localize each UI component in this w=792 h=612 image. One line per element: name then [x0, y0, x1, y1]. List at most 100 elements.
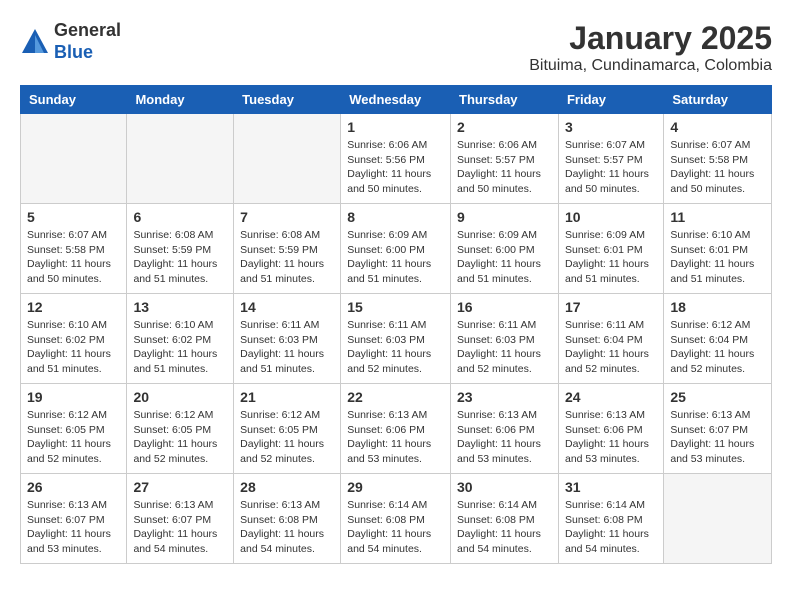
day-number: 16	[457, 299, 552, 315]
calendar-cell	[664, 474, 772, 564]
day-info: Sunrise: 6:07 AMSunset: 5:58 PMDaylight:…	[670, 138, 765, 197]
calendar-cell: 12 Sunrise: 6:10 AMSunset: 6:02 PMDayligh…	[21, 294, 127, 384]
weekday-header: Saturday	[664, 86, 772, 114]
day-number: 1	[347, 119, 444, 135]
calendar-week: 1Sunrise: 6:06 AMSunset: 5:56 PMDaylight…	[21, 114, 772, 204]
day-info: Sunrise: 6:14 AMSunset: 6:08 PMDaylight:…	[347, 498, 444, 557]
day-number: 8	[347, 209, 444, 225]
day-info: Sunrise: 6:07 AMSunset: 5:57 PMDaylight:…	[565, 138, 657, 197]
calendar-cell: 29 Sunrise: 6:14 AMSunset: 6:08 PMDayligh…	[341, 474, 451, 564]
day-number: 5	[27, 209, 120, 225]
calendar-cell: 3 Sunrise: 6:07 AMSunset: 5:57 PMDaylight…	[558, 114, 663, 204]
day-info: Sunrise: 6:09 AMSunset: 6:00 PMDaylight:…	[347, 228, 444, 287]
day-info: Sunrise: 6:08 AMSunset: 5:59 PMDaylight:…	[240, 228, 334, 287]
day-info: Sunrise: 6:11 AMSunset: 6:03 PMDaylight:…	[240, 318, 334, 377]
day-number: 31	[565, 479, 657, 495]
day-number: 4	[670, 119, 765, 135]
calendar-cell: 31 Sunrise: 6:14 AMSunset: 6:08 PMDayligh…	[558, 474, 663, 564]
day-number: 17	[565, 299, 657, 315]
day-number: 9	[457, 209, 552, 225]
day-number: 20	[133, 389, 227, 405]
calendar-cell: 1Sunrise: 6:06 AMSunset: 5:56 PMDaylight…	[341, 114, 451, 204]
day-info: Sunrise: 6:08 AMSunset: 5:59 PMDaylight:…	[133, 228, 227, 287]
day-number: 3	[565, 119, 657, 135]
day-number: 7	[240, 209, 334, 225]
calendar-cell: 2 Sunrise: 6:06 AMSunset: 5:57 PMDaylight…	[451, 114, 559, 204]
weekday-header: Wednesday	[341, 86, 451, 114]
day-info: Sunrise: 6:12 AMSunset: 6:05 PMDaylight:…	[240, 408, 334, 467]
calendar-cell: 10 Sunrise: 6:09 AMSunset: 6:01 PMDayligh…	[558, 204, 663, 294]
day-info: Sunrise: 6:06 AMSunset: 5:57 PMDaylight:…	[457, 138, 552, 197]
day-number: 2	[457, 119, 552, 135]
day-info: Sunrise: 6:13 AMSunset: 6:07 PMDaylight:…	[133, 498, 227, 557]
logo: General Blue	[20, 20, 121, 63]
calendar-week: 12 Sunrise: 6:10 AMSunset: 6:02 PMDayligh…	[21, 294, 772, 384]
day-info: Sunrise: 6:13 AMSunset: 6:07 PMDaylight:…	[670, 408, 765, 467]
day-info: Sunrise: 6:14 AMSunset: 6:08 PMDaylight:…	[457, 498, 552, 557]
calendar-cell: 17 Sunrise: 6:11 AMSunset: 6:04 PMDayligh…	[558, 294, 663, 384]
calendar-cell: 18 Sunrise: 6:12 AMSunset: 6:04 PMDayligh…	[664, 294, 772, 384]
calendar-cell: 22 Sunrise: 6:13 AMSunset: 6:06 PMDayligh…	[341, 384, 451, 474]
day-number: 12	[27, 299, 120, 315]
day-number: 28	[240, 479, 334, 495]
weekday-header: Friday	[558, 86, 663, 114]
day-info: Sunrise: 6:10 AMSunset: 6:02 PMDaylight:…	[27, 318, 120, 377]
page-header: General Blue January 2025 Bituima, Cundi…	[20, 20, 772, 75]
calendar-body: 1Sunrise: 6:06 AMSunset: 5:56 PMDaylight…	[21, 114, 772, 564]
day-info: Sunrise: 6:13 AMSunset: 6:08 PMDaylight:…	[240, 498, 334, 557]
day-info: Sunrise: 6:13 AMSunset: 6:06 PMDaylight:…	[457, 408, 552, 467]
calendar-cell: 11 Sunrise: 6:10 AMSunset: 6:01 PMDayligh…	[664, 204, 772, 294]
day-info: Sunrise: 6:09 AMSunset: 6:01 PMDaylight:…	[565, 228, 657, 287]
day-number: 18	[670, 299, 765, 315]
day-info: Sunrise: 6:13 AMSunset: 6:06 PMDaylight:…	[565, 408, 657, 467]
logo-icon	[20, 27, 50, 57]
weekday-header: Thursday	[451, 86, 559, 114]
day-number: 22	[347, 389, 444, 405]
day-number: 23	[457, 389, 552, 405]
calendar-cell: 27 Sunrise: 6:13 AMSunset: 6:07 PMDayligh…	[127, 474, 234, 564]
calendar-cell: 21 Sunrise: 6:12 AMSunset: 6:05 PMDayligh…	[234, 384, 341, 474]
day-number: 6	[133, 209, 227, 225]
calendar-cell: 24Sunrise: 6:13 AMSunset: 6:06 PMDayligh…	[558, 384, 663, 474]
calendar-cell: 23 Sunrise: 6:13 AMSunset: 6:06 PMDayligh…	[451, 384, 559, 474]
day-info: Sunrise: 6:12 AMSunset: 6:04 PMDaylight:…	[670, 318, 765, 377]
subtitle: Bituima, Cundinamarca, Colombia	[529, 57, 772, 75]
day-info: Sunrise: 6:12 AMSunset: 6:05 PMDaylight:…	[133, 408, 227, 467]
calendar-week: 5 Sunrise: 6:07 AMSunset: 5:58 PMDaylight…	[21, 204, 772, 294]
calendar-week: 26 Sunrise: 6:13 AMSunset: 6:07 PMDayligh…	[21, 474, 772, 564]
calendar-cell: 30 Sunrise: 6:14 AMSunset: 6:08 PMDayligh…	[451, 474, 559, 564]
calendar-table: SundayMondayTuesdayWednesdayThursdayFrid…	[20, 85, 772, 564]
weekday-header: Monday	[127, 86, 234, 114]
day-info: Sunrise: 6:07 AMSunset: 5:58 PMDaylight:…	[27, 228, 120, 287]
day-info: Sunrise: 6:11 AMSunset: 6:04 PMDaylight:…	[565, 318, 657, 377]
day-number: 11	[670, 209, 765, 225]
calendar-header: SundayMondayTuesdayWednesdayThursdayFrid…	[21, 86, 772, 114]
day-number: 29	[347, 479, 444, 495]
day-number: 14	[240, 299, 334, 315]
day-info: Sunrise: 6:12 AMSunset: 6:05 PMDaylight:…	[27, 408, 120, 467]
calendar-cell: 15 Sunrise: 6:11 AMSunset: 6:03 PMDayligh…	[341, 294, 451, 384]
calendar-cell: 20 Sunrise: 6:12 AMSunset: 6:05 PMDayligh…	[127, 384, 234, 474]
day-number: 30	[457, 479, 552, 495]
day-number: 10	[565, 209, 657, 225]
calendar-cell: 14 Sunrise: 6:11 AMSunset: 6:03 PMDayligh…	[234, 294, 341, 384]
day-number: 25	[670, 389, 765, 405]
calendar-cell: 19Sunrise: 6:12 AMSunset: 6:05 PMDayligh…	[21, 384, 127, 474]
calendar-cell: 7 Sunrise: 6:08 AMSunset: 5:59 PMDaylight…	[234, 204, 341, 294]
day-info: Sunrise: 6:09 AMSunset: 6:00 PMDaylight:…	[457, 228, 552, 287]
calendar-cell: 25 Sunrise: 6:13 AMSunset: 6:07 PMDayligh…	[664, 384, 772, 474]
main-title: January 2025	[529, 20, 772, 57]
day-info: Sunrise: 6:10 AMSunset: 6:02 PMDaylight:…	[133, 318, 227, 377]
day-info: Sunrise: 6:11 AMSunset: 6:03 PMDaylight:…	[347, 318, 444, 377]
day-info: Sunrise: 6:11 AMSunset: 6:03 PMDaylight:…	[457, 318, 552, 377]
day-number: 27	[133, 479, 227, 495]
day-info: Sunrise: 6:14 AMSunset: 6:08 PMDaylight:…	[565, 498, 657, 557]
day-info: Sunrise: 6:13 AMSunset: 6:06 PMDaylight:…	[347, 408, 444, 467]
day-number: 26	[27, 479, 120, 495]
day-number: 15	[347, 299, 444, 315]
day-number: 21	[240, 389, 334, 405]
title-section: January 2025 Bituima, Cundinamarca, Colo…	[529, 20, 772, 75]
calendar-cell: 13Sunrise: 6:10 AMSunset: 6:02 PMDayligh…	[127, 294, 234, 384]
day-info: Sunrise: 6:10 AMSunset: 6:01 PMDaylight:…	[670, 228, 765, 287]
weekday-header: Sunday	[21, 86, 127, 114]
